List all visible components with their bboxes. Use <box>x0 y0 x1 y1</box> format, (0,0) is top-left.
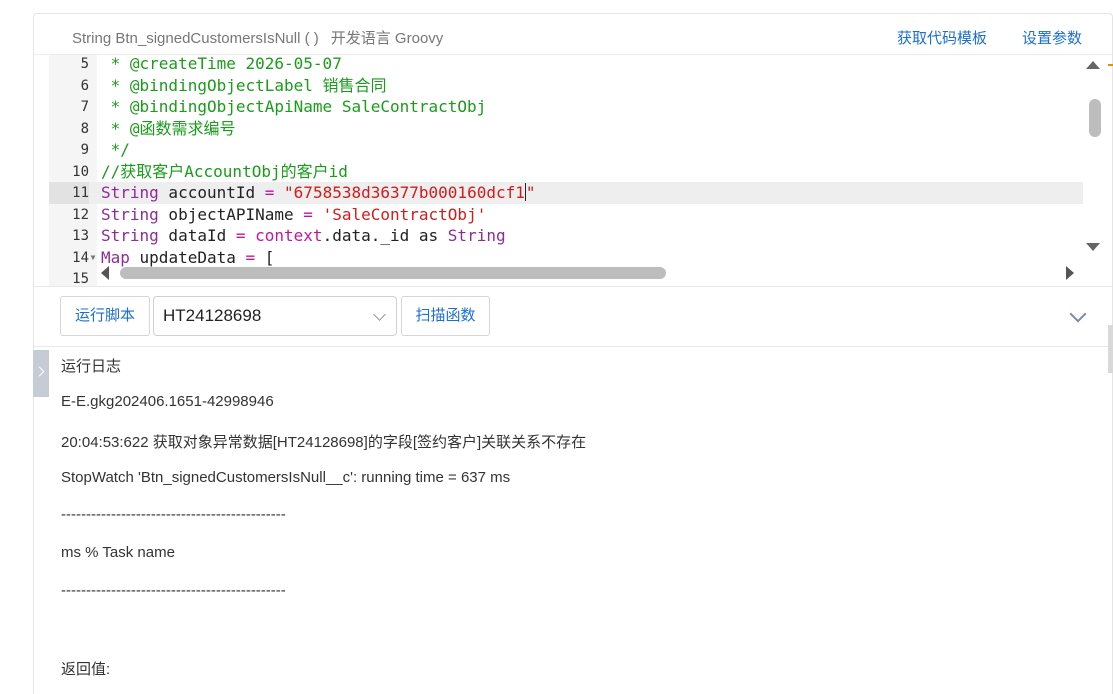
code-token: String <box>101 204 159 224</box>
line-number: 5 <box>80 56 89 72</box>
scroll-right-arrow-icon[interactable] <box>1066 266 1074 280</box>
language-label: 开发语言 Groovy <box>330 30 444 47</box>
scroll-up-arrow-icon[interactable] <box>1086 61 1100 69</box>
code-token: updateData <box>129 247 246 267</box>
chevron-right-icon <box>34 366 45 377</box>
code-token: * @函数需求编号 <box>101 118 236 138</box>
code-token: //获取客户AccountObj的客户id <box>101 161 348 181</box>
code-token: Map <box>101 247 130 267</box>
code-line[interactable]: 10 //获取客户AccountObj的客户id <box>49 161 1083 183</box>
code-token: * @bindingObjectLabel 销售合同 <box>101 75 387 95</box>
right-edge-scroll-handle[interactable] <box>1108 325 1113 373</box>
code-text: */ <box>101 139 130 161</box>
log-line: 20:04:53:622 获取对象异常数据[HT24128698]的字段[签约客… <box>61 434 587 451</box>
code-token: */ <box>101 140 130 159</box>
code-token: = <box>264 183 275 202</box>
code-text: String dataId = context.data._id as Stri… <box>101 225 506 247</box>
chevron-down-icon <box>373 308 386 321</box>
line-number: 8 <box>80 120 89 137</box>
code-token: "6758538d36377b000160dcf1 <box>274 183 525 202</box>
scroll-down-arrow-icon[interactable] <box>1086 243 1100 251</box>
log-separator: ----------------------------------------… <box>61 506 286 523</box>
horizontal-scrollbar-thumb[interactable] <box>120 267 666 279</box>
orange-edge-marker <box>1108 64 1113 66</box>
record-select[interactable]: HT24128698 <box>153 296 397 336</box>
line-number: 6 <box>80 77 89 94</box>
code-token: " <box>525 183 536 202</box>
code-token: String <box>101 226 159 245</box>
line-number: 9 <box>80 142 89 158</box>
fold-arrow-icon[interactable]: ▼ <box>89 247 97 269</box>
run-script-button[interactable]: 运行脚本 <box>60 296 150 336</box>
line-number: 7 <box>80 99 89 115</box>
code-token: * @createTime 2026-05-07 <box>101 55 342 73</box>
code-text: * @bindingObjectApiName SaleContractObj <box>101 96 487 118</box>
code-text: * @createTime 2026-05-07 <box>101 55 342 75</box>
code-token: dataId <box>158 226 236 245</box>
get-code-template-link[interactable]: 获取代码模板 <box>897 27 987 48</box>
code-token: objectAPIName <box>158 204 304 224</box>
code-text: String objectAPIName = 'SaleContractObj' <box>101 204 486 226</box>
function-editor-panel: String Btn_signedCustomersIsNull ( ) 开发语言… <box>33 13 1113 694</box>
log-separator: ----------------------------------------… <box>61 582 286 599</box>
scan-function-button[interactable]: 扫描函数 <box>401 296 490 336</box>
scroll-left-arrow-icon[interactable] <box>101 266 109 280</box>
code-token: .data._id as <box>322 226 448 245</box>
code-token: [ <box>255 247 275 267</box>
code-token: accountId <box>158 183 265 202</box>
vertical-scrollbar-thumb[interactable] <box>1089 99 1101 137</box>
log-title: 运行日志 <box>61 358 122 375</box>
code-line[interactable]: 9 */ <box>49 139 1083 161</box>
code-text: * @bindingObjectLabel 销售合同 <box>101 75 387 97</box>
record-select-value: HT24128698 <box>163 306 262 325</box>
code-line[interactable]: 12 String objectAPIName = 'SaleContractOb… <box>49 204 1083 226</box>
code-token: context <box>245 226 323 245</box>
code-line[interactable]: 7 * @bindingObjectApiName SaleContractOb… <box>49 96 1083 118</box>
editor-header: String Btn_signedCustomersIsNull ( ) 开发语言… <box>34 14 1112 55</box>
code-text: String accountId = "6758538d36377b000160… <box>101 182 536 204</box>
collapse-chevron-icon[interactable] <box>1069 305 1087 323</box>
code-line[interactable]: 14 ▼ Map updateData = [ <box>49 247 1083 269</box>
log-line: E-E.gkg202406.1651-42998946 <box>61 393 274 410</box>
code-line[interactable]: 8 * @函数需求编号 <box>49 118 1083 140</box>
settings-link[interactable]: 设置参数 <box>1022 27 1082 48</box>
code-token: = <box>235 226 246 245</box>
code-line[interactable]: 5 * @createTime 2026-05-07 <box>49 55 1083 75</box>
line-number: 13 <box>72 228 89 244</box>
code-token: String <box>447 226 506 245</box>
run-toolbar: 运行脚本 HT24128698 扫描函数 <box>34 286 1112 347</box>
code-token: = <box>245 247 256 267</box>
code-token: * @bindingObjectApiName SaleContractObj <box>101 97 487 116</box>
code-text: //获取客户AccountObj的客户id <box>101 161 348 183</box>
code-token: = <box>303 204 313 224</box>
code-line[interactable]: 11 String accountId = "6758538d36377b0001… <box>49 182 1083 204</box>
code-text: * @函数需求编号 <box>101 118 236 140</box>
line-number: 10 <box>72 163 89 180</box>
return-value-label: 返回值: <box>61 661 111 678</box>
code-line[interactable]: 6 * @bindingObjectLabel 销售合同 <box>49 75 1083 97</box>
line-number: 12 <box>72 206 89 223</box>
code-token: String <box>101 183 159 202</box>
log-line: ms % Task name <box>61 544 175 561</box>
code-line[interactable]: 13 String dataId = context.data._id as St… <box>49 225 1083 247</box>
function-title: String Btn_signedCustomersIsNull ( ) 开发语言… <box>72 27 443 48</box>
function-signature: String Btn_signedCustomersIsNull ( ) <box>72 30 319 47</box>
code-text: Map updateData = [ <box>101 247 274 269</box>
line-number: 15 <box>72 271 89 286</box>
log-line: StopWatch 'Btn_signedCustomersIsNull__c'… <box>61 469 511 486</box>
line-number: 14 <box>72 249 89 266</box>
code-editor[interactable]: 5 * @createTime 2026-05-07 6 * @bindingOb… <box>49 55 1109 286</box>
side-expand-tab[interactable] <box>33 350 49 397</box>
line-number: 11 <box>49 182 89 204</box>
code-token: 'SaleContractObj' <box>312 204 487 224</box>
